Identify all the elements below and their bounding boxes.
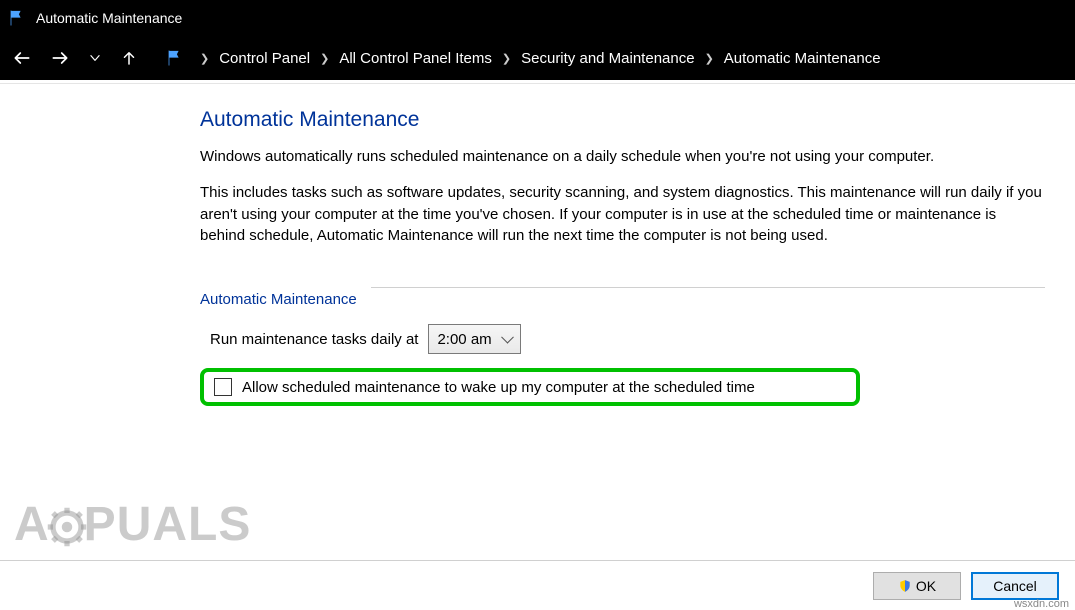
ok-label: OK <box>916 578 936 594</box>
gear-icon <box>46 506 88 548</box>
watermark-logo: A PUALS <box>14 497 251 552</box>
back-button[interactable] <box>12 48 32 68</box>
cancel-button[interactable]: Cancel <box>971 572 1059 600</box>
chevron-right-icon: ❯ <box>200 52 209 65</box>
wake-checkbox-label: Allow scheduled maintenance to wake up m… <box>242 379 755 396</box>
forward-button[interactable] <box>50 48 70 68</box>
divider-line <box>371 287 1045 288</box>
watermark-left: A <box>14 498 50 551</box>
title-bar: Automatic Maintenance <box>0 0 1075 36</box>
section-label: Automatic Maintenance <box>200 291 365 308</box>
time-select-wrap: 2:00 am <box>428 324 521 354</box>
schedule-row: Run maintenance tasks daily at 2:00 am <box>210 324 1045 354</box>
cancel-label: Cancel <box>993 578 1037 594</box>
chevron-right-icon: ❯ <box>705 52 714 65</box>
attribution: wsxdn.com <box>1014 598 1069 610</box>
wake-checkbox-row[interactable]: Allow scheduled maintenance to wake up m… <box>200 368 860 406</box>
footer: OK Cancel wsxdn.com <box>0 560 1075 610</box>
recent-dropdown[interactable] <box>88 51 102 65</box>
run-label: Run maintenance tasks daily at <box>210 331 418 348</box>
up-button[interactable] <box>120 49 138 67</box>
breadcrumb[interactable]: ❯ Control Panel ❯ All Control Panel Item… <box>156 49 881 67</box>
breadcrumb-item[interactable]: Automatic Maintenance <box>724 50 881 67</box>
chevron-right-icon: ❯ <box>502 52 511 65</box>
shield-icon <box>898 579 912 593</box>
chevron-right-icon: ❯ <box>320 52 329 65</box>
window-title: Automatic Maintenance <box>36 10 182 26</box>
section-divider: Automatic Maintenance <box>200 267 1045 308</box>
nav-bar: ❯ Control Panel ❯ All Control Panel Item… <box>0 36 1075 80</box>
time-select[interactable]: 2:00 am <box>428 324 521 354</box>
breadcrumb-item[interactable]: Control Panel <box>219 50 310 67</box>
ok-button[interactable]: OK <box>873 572 961 600</box>
nav-arrows <box>12 48 138 68</box>
watermark-right: PUALS <box>84 498 252 551</box>
wake-checkbox[interactable] <box>214 378 232 396</box>
description-2: This includes tasks such as software upd… <box>200 182 1045 247</box>
flag-icon <box>166 49 184 67</box>
flag-icon <box>8 9 26 27</box>
page-heading: Automatic Maintenance <box>200 108 1045 132</box>
content-area: Automatic Maintenance Windows automatica… <box>0 84 1075 426</box>
description-1: Windows automatically runs scheduled mai… <box>200 146 1045 168</box>
breadcrumb-item[interactable]: All Control Panel Items <box>339 50 492 67</box>
breadcrumb-item[interactable]: Security and Maintenance <box>521 50 694 67</box>
